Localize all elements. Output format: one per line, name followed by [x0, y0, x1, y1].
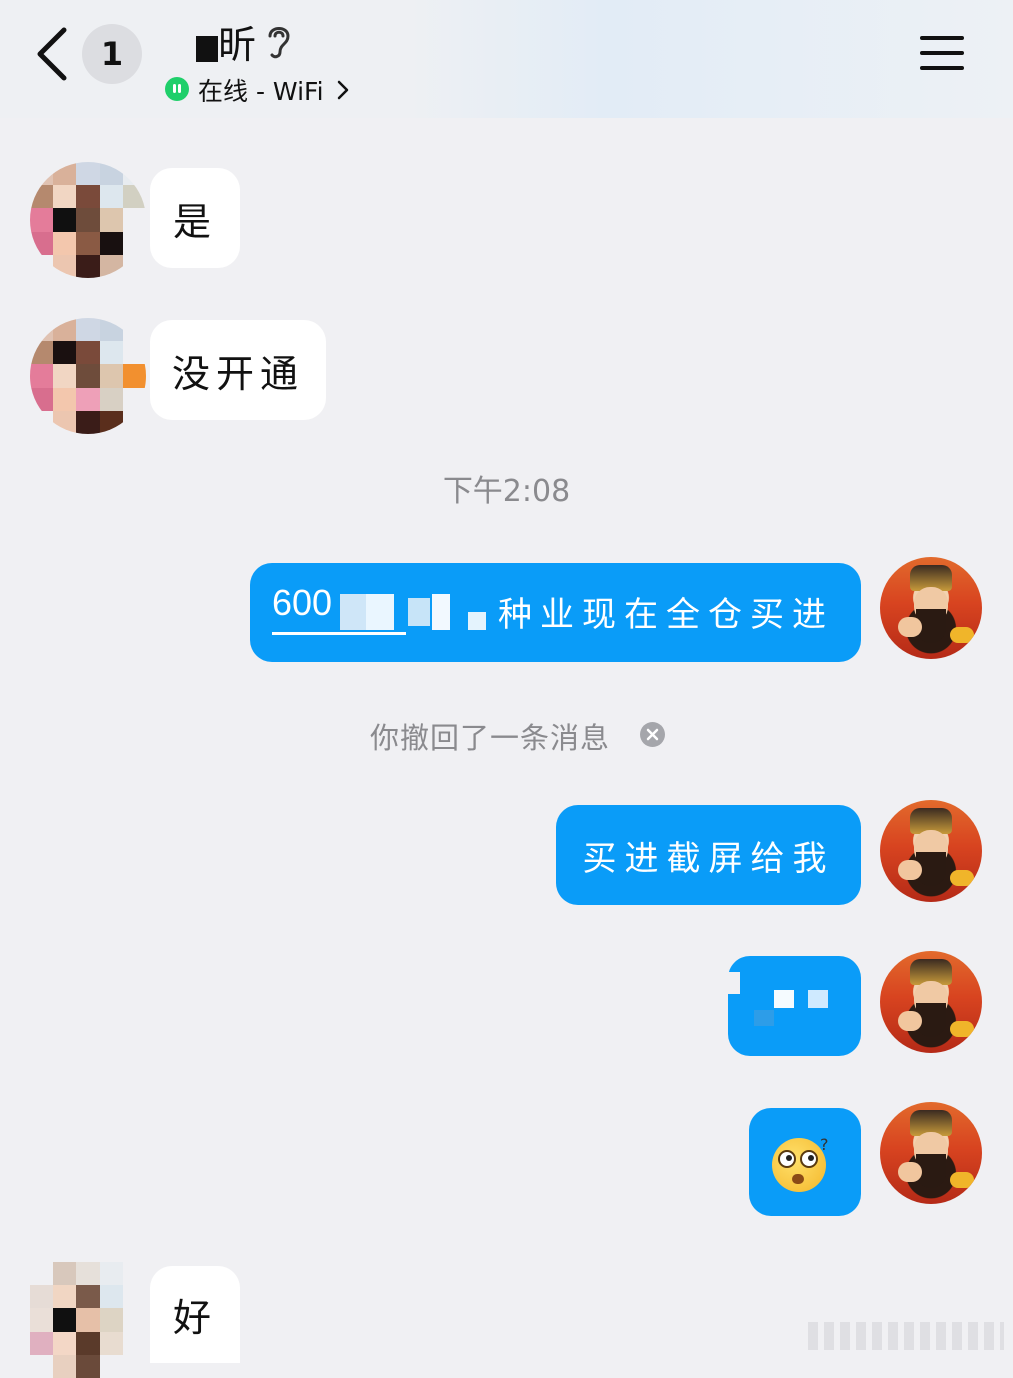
chat-header: 1 昕 在线 - WiFi — [0, 0, 1013, 118]
ear-icon[interactable] — [264, 22, 294, 60]
back-chevron-icon[interactable] — [30, 26, 74, 82]
message-text: 种业现在全仓买进 — [498, 595, 834, 635]
contact-avatar[interactable] — [30, 1262, 146, 1378]
message-text: 买进截屏给我 — [582, 838, 835, 879]
user-avatar[interactable] — [880, 800, 982, 902]
redaction-mosaic — [408, 598, 430, 626]
stock-code-link[interactable]: 600 — [272, 582, 332, 624]
redaction-mosaic — [468, 612, 486, 630]
unread-count-badge[interactable]: 1 — [82, 24, 142, 84]
redaction-mosaic — [774, 990, 794, 1008]
redaction-mosaic — [728, 972, 740, 994]
name-redaction — [196, 36, 218, 62]
redaction-mosaic — [366, 594, 394, 630]
message-timestamp: 下午2:08 — [442, 474, 571, 509]
user-avatar[interactable] — [880, 1102, 982, 1204]
close-icon[interactable] — [640, 722, 665, 747]
redaction-mosaic — [808, 990, 828, 1008]
contact-avatar[interactable] — [30, 162, 146, 278]
menu-icon[interactable] — [918, 32, 966, 74]
contact-name[interactable]: 昕 — [218, 14, 256, 69]
redaction-mosaic — [340, 594, 366, 630]
outgoing-message-bubble[interactable]: 买进截屏给我 — [556, 805, 861, 905]
redaction-mosaic — [754, 1010, 774, 1026]
user-avatar[interactable] — [880, 951, 982, 1053]
chevron-right-icon[interactable] — [336, 79, 350, 101]
contact-avatar[interactable] — [30, 318, 146, 434]
redaction-mosaic — [432, 594, 450, 630]
message-text: 没开通 — [171, 351, 304, 396]
user-avatar[interactable] — [880, 557, 982, 659]
question-mark-icon: ? — [820, 1135, 829, 1154]
online-status-text[interactable]: 在线 - WiFi — [198, 72, 324, 108]
watermark — [808, 1322, 1004, 1350]
link-underline — [272, 632, 406, 635]
incoming-message-bubble[interactable]: 没开通 — [150, 320, 326, 420]
message-text: 是 — [172, 199, 217, 244]
outgoing-message-bubble[interactable] — [728, 956, 861, 1056]
emoji-thinking-icon — [772, 1138, 826, 1192]
incoming-message-bubble[interactable]: 好 — [150, 1266, 240, 1363]
message-text: 好 — [172, 1296, 217, 1340]
recall-notice: 你撤回了一条消息 — [370, 721, 611, 755]
incoming-message-bubble[interactable]: 是 — [150, 168, 240, 268]
online-status-icon — [165, 77, 189, 101]
